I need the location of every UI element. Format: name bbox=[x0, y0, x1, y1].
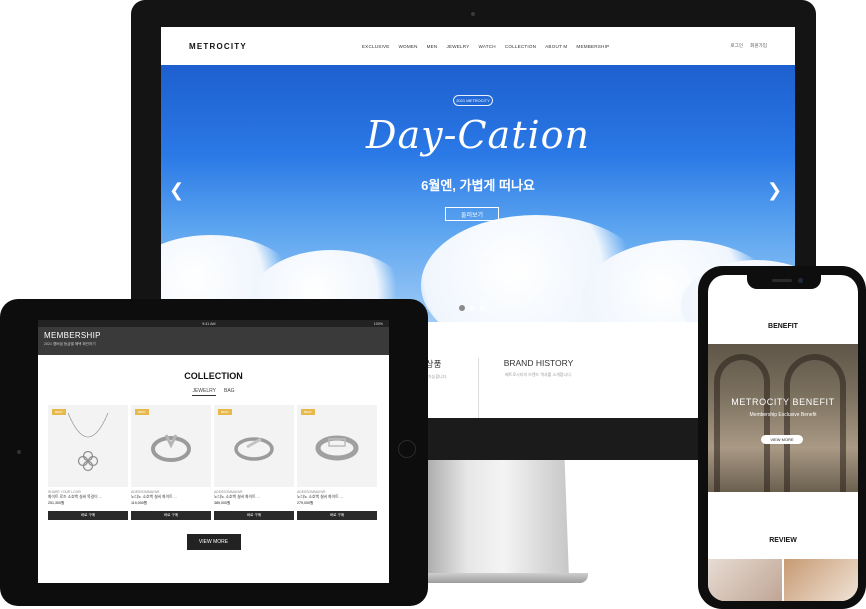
ring-icon bbox=[151, 434, 191, 462]
hero-browse-button[interactable]: 둘러보기 bbox=[445, 207, 499, 221]
membership-banner[interactable]: MEMBERSHIP 2021 멤버쉽 등급별 혜택 확인하기 bbox=[38, 327, 389, 355]
benefit-heading: METROCITY BENEFIT bbox=[731, 397, 835, 407]
best-badge: BEST bbox=[301, 409, 315, 415]
hero-title: Day-Cation bbox=[366, 113, 590, 157]
slider-dot[interactable] bbox=[469, 305, 475, 311]
benefit-subheading: Membership Exclusive Benefit bbox=[749, 412, 817, 418]
buy-now-button[interactable]: 바로 구매 bbox=[297, 511, 377, 520]
menu-item-men[interactable]: MEN bbox=[427, 44, 438, 49]
ipad-camera bbox=[17, 450, 21, 454]
menu-item-exclusive[interactable]: EXCLUSIVE bbox=[362, 44, 390, 49]
benefit-banner[interactable]: METROCITY BENEFIT Membership Exclusive B… bbox=[708, 344, 858, 492]
login-link[interactable]: 로그인 bbox=[730, 43, 743, 49]
iphone-camera bbox=[798, 278, 803, 283]
imac-base bbox=[404, 573, 588, 583]
product-brand: ADESSOMMAYAR bbox=[214, 490, 243, 494]
benefit-view-more-button[interactable]: VIEW MORE bbox=[761, 435, 803, 444]
ring-icon bbox=[234, 437, 274, 461]
product-price: 251,300원 bbox=[48, 501, 65, 505]
product-card[interactable]: BEST SHARE YOUR LOVE! 화이트 로즈 소호백 실버 목걸이 … bbox=[48, 405, 128, 520]
collection-tabs: JEWELRY BAG bbox=[38, 388, 389, 396]
review-image[interactable] bbox=[784, 559, 858, 601]
hero-subtitle: 6월엔, 가볍게 떠나요 bbox=[421, 178, 535, 193]
product-card[interactable]: BEST ADESSOMMAYAR 노다노 소호백 실버 화이트 ... 279… bbox=[297, 405, 377, 520]
best-badge: BEST bbox=[218, 409, 232, 415]
util-links: 로그인 회원가입 bbox=[730, 43, 767, 49]
iphone-notch bbox=[747, 275, 821, 289]
imac-stand bbox=[423, 460, 569, 578]
product-image[interactable]: BEST bbox=[214, 405, 294, 487]
tab-jewelry[interactable]: JEWELRY bbox=[192, 388, 216, 396]
site-logo[interactable]: METROCITY bbox=[189, 42, 247, 51]
menu-item-about[interactable]: ABOUT M bbox=[545, 44, 567, 49]
strip-desc: 메트로시티의 브랜드 역사를 소개합니다. bbox=[504, 372, 572, 377]
menu-item-jewelry[interactable]: JEWELRY bbox=[446, 44, 469, 49]
ring-icon bbox=[315, 435, 359, 461]
review-images bbox=[708, 559, 858, 601]
product-list: BEST SHARE YOUR LOVE! 화이트 로즈 소호백 실버 목걸이 … bbox=[38, 405, 389, 520]
arch-shape bbox=[714, 354, 770, 492]
menu-item-watch[interactable]: WATCH bbox=[478, 44, 495, 49]
signup-link[interactable]: 회원가입 bbox=[750, 43, 767, 49]
site-header: METROCITY EXCLUSIVE WOMEN MEN JEWELRY WA… bbox=[161, 27, 795, 65]
product-name: 노다노 소호백 실버 화이트 ... bbox=[131, 495, 177, 499]
product-price: 279,000원 bbox=[297, 501, 314, 505]
strip-title: BRAND HISTORY bbox=[503, 358, 574, 368]
buy-now-button[interactable]: 바로 구매 bbox=[214, 511, 294, 520]
product-card[interactable]: BEST ADESSOMMAYAR 노다노 소호백 실버 화이트 ... 119… bbox=[131, 405, 211, 520]
slider-dot[interactable] bbox=[479, 305, 485, 311]
imac-camera bbox=[471, 12, 475, 16]
membership-title: MEMBERSHIP bbox=[44, 331, 101, 340]
status-battery: 100% bbox=[373, 321, 383, 326]
best-badge: BEST bbox=[135, 409, 149, 415]
product-name: 노다노 소호백 실버 화이트 ... bbox=[214, 495, 260, 499]
product-name: 노다노 소호백 실버 화이트 ... bbox=[297, 495, 343, 499]
view-more-button[interactable]: VIEW MORE bbox=[186, 534, 241, 550]
best-badge: BEST bbox=[52, 409, 66, 415]
strip-brand-history[interactable]: BRAND HISTORY 메트로시티의 브랜드 역사를 소개합니다. bbox=[478, 358, 598, 418]
hero-badge: 2021 METROCITY bbox=[453, 95, 493, 106]
collection-title: COLLECTION bbox=[184, 371, 243, 381]
tablet-site-screen: 9:41 AM 100% MEMBERSHIP 2021 멤버쉽 등급별 혜택 … bbox=[38, 320, 389, 583]
product-image[interactable]: BEST bbox=[297, 405, 377, 487]
status-bar: 9:41 AM 100% bbox=[38, 320, 389, 327]
buy-now-button[interactable]: 바로 구매 bbox=[131, 511, 211, 520]
mobile-site-screen: BENEFIT METROCITY BENEFIT Membership Exc… bbox=[708, 275, 858, 601]
product-image[interactable]: BEST bbox=[48, 405, 128, 487]
review-image[interactable] bbox=[708, 559, 782, 601]
product-brand: SHARE YOUR LOVE! bbox=[48, 490, 82, 494]
slider-pagination bbox=[459, 305, 485, 311]
iphone-speaker bbox=[772, 279, 792, 282]
product-brand: ADESSOMMAYAR bbox=[131, 490, 160, 494]
menu-item-membership[interactable]: MEMBERSHIP bbox=[576, 44, 609, 49]
necklace-icon bbox=[67, 412, 109, 472]
product-price: 389,000원 bbox=[214, 501, 231, 505]
product-image[interactable]: BEST bbox=[131, 405, 211, 487]
main-menu: EXCLUSIVE WOMEN MEN JEWELRY WATCH COLLEC… bbox=[362, 44, 609, 49]
benefit-title: BENEFIT bbox=[768, 323, 798, 330]
review-title: REVIEW bbox=[769, 537, 797, 544]
product-name: 화이트 로즈 소호백 실버 목걸이 ... bbox=[48, 495, 102, 499]
slider-dot[interactable] bbox=[459, 305, 465, 311]
device-mockup-stage: METROCITY EXCLUSIVE WOMEN MEN JEWELRY WA… bbox=[0, 0, 866, 609]
membership-desc: 2021 멤버쉽 등급별 혜택 확인하기 bbox=[44, 342, 96, 346]
arch-shape bbox=[784, 354, 846, 492]
tab-bag[interactable]: BAG bbox=[224, 388, 235, 396]
product-brand: ADESSOMMAYAR bbox=[297, 490, 326, 494]
buy-now-button[interactable]: 바로 구매 bbox=[48, 511, 128, 520]
slider-prev-icon[interactable]: ❮ bbox=[169, 180, 184, 201]
slider-next-icon[interactable]: ❯ bbox=[767, 180, 782, 201]
product-price: 119,000원 bbox=[131, 501, 148, 505]
menu-item-collection[interactable]: COLLECTION bbox=[505, 44, 536, 49]
menu-item-women[interactable]: WOMEN bbox=[399, 44, 418, 49]
ipad-home-button bbox=[398, 440, 416, 458]
status-time: 9:41 AM bbox=[202, 321, 216, 326]
product-card[interactable]: BEST ADESSOMMAYAR 노다노 소호백 실버 화이트 ... 389… bbox=[214, 405, 294, 520]
